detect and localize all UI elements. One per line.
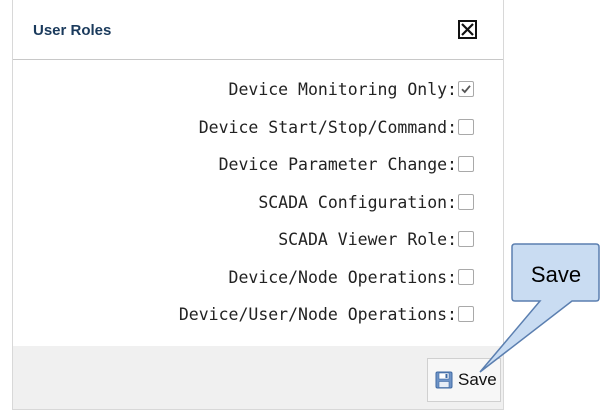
save-callout	[479, 243, 600, 373]
callout-text: Save	[530, 262, 582, 287]
